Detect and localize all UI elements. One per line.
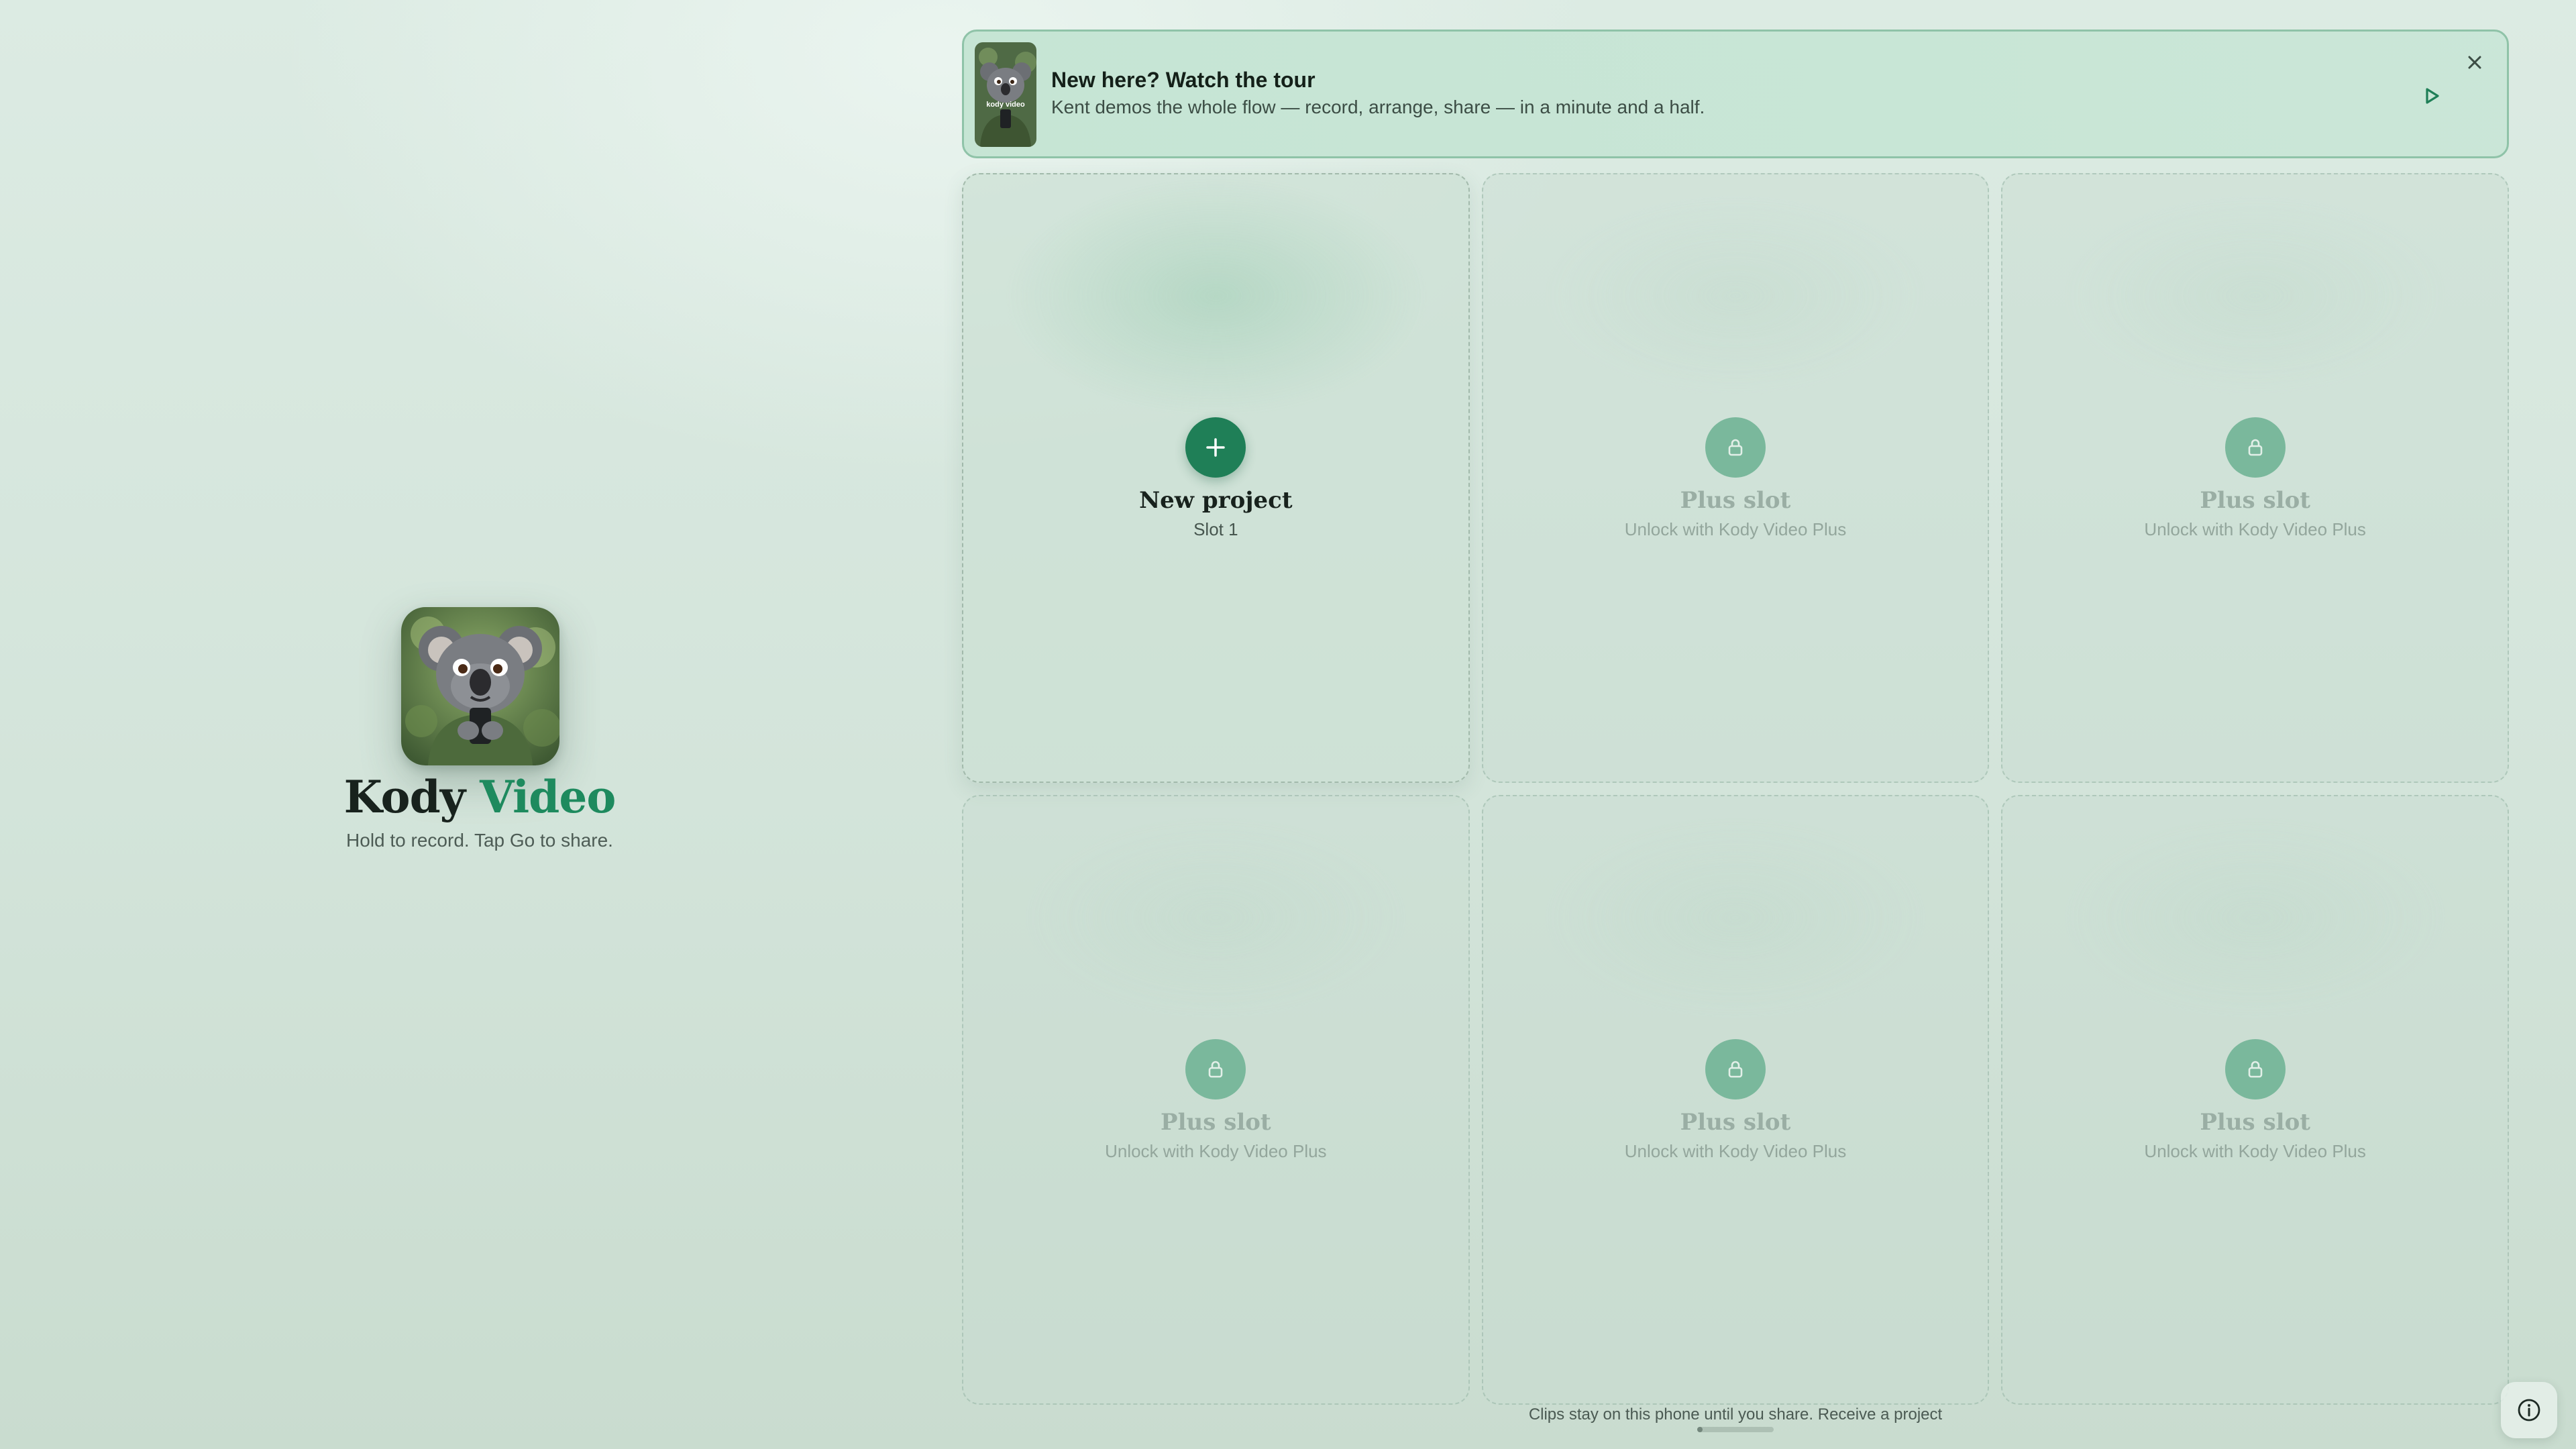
slot-subtitle: Unlock with Kody Video Plus xyxy=(1105,1141,1327,1161)
scroll-thumb[interactable] xyxy=(1697,1427,1703,1432)
lock-icon xyxy=(1728,439,1743,456)
plus-slot-6[interactable]: Plus slot Unlock with Kody Video Plus xyxy=(2001,795,2509,1405)
lock-badge xyxy=(1185,1039,1246,1099)
tour-thumbnail[interactable]: kody video xyxy=(975,42,1036,147)
footer-text: Clips stay on this phone until you share… xyxy=(1528,1405,1814,1424)
project-slot-grid: New project Slot 1 Plus slot Unlock with… xyxy=(962,173,2509,1405)
close-button[interactable] xyxy=(2460,48,2489,77)
scroll-indicator[interactable] xyxy=(1697,1427,1774,1432)
new-project-button[interactable] xyxy=(1185,417,1246,478)
app-title-primary: Kody xyxy=(343,771,466,823)
slot-content: Plus slot Unlock with Kody Video Plus xyxy=(2002,417,2508,541)
plus-slot-3[interactable]: Plus slot Unlock with Kody Video Plus xyxy=(2001,173,2509,783)
koala-app-icon xyxy=(401,607,559,765)
app-title: Kody Video xyxy=(268,767,691,827)
slot-title: New project xyxy=(1139,487,1293,514)
app-tagline: Hold to record. Tap Go to share. xyxy=(346,830,613,851)
info-button[interactable] xyxy=(2501,1382,2557,1438)
slot-content: Plus slot Unlock with Kody Video Plus xyxy=(963,1039,1468,1163)
slot-content: Plus slot Unlock with Kody Video Plus xyxy=(2002,1039,2508,1163)
plus-slot-4[interactable]: Plus slot Unlock with Kody Video Plus xyxy=(962,795,1470,1405)
slot-content: New project Slot 1 xyxy=(963,417,1468,541)
plus-slot-2[interactable]: Plus slot Unlock with Kody Video Plus xyxy=(1481,173,1990,783)
lock-badge xyxy=(2224,417,2286,478)
lock-icon xyxy=(2248,1061,2262,1078)
app-title-accent: Video xyxy=(480,771,616,823)
slot-title: Plus slot xyxy=(2200,487,2310,514)
footer-note: Clips stay on this phone until you share… xyxy=(962,1404,2509,1426)
close-icon xyxy=(2468,56,2481,69)
new-project-slot[interactable]: New project Slot 1 xyxy=(962,173,1470,783)
slot-title: Plus slot xyxy=(2200,1109,2310,1136)
lock-icon xyxy=(1209,1061,1223,1078)
slot-title: Plus slot xyxy=(1680,487,1791,514)
lock-badge xyxy=(2224,1039,2286,1099)
slot-subtitle: Unlock with Kody Video Plus xyxy=(2144,519,2366,539)
lock-icon xyxy=(1728,1061,1743,1078)
slot-title: Plus slot xyxy=(1680,1109,1791,1136)
lock-icon xyxy=(2248,439,2262,456)
slot-title: Plus slot xyxy=(1161,1109,1271,1136)
slot-subtitle: Unlock with Kody Video Plus xyxy=(2144,1141,2366,1161)
tour-thumbnail-text: kody video xyxy=(986,101,1025,109)
slot-subtitle: Unlock with Kody Video Plus xyxy=(1624,1141,1847,1161)
play-icon xyxy=(2426,88,2439,104)
slot-subtitle: Slot 1 xyxy=(1193,519,1238,539)
tour-banner[interactable]: kody video New here? Watch the tour Kent… xyxy=(962,30,2509,158)
plus-icon xyxy=(1206,438,1226,457)
slot-content: Plus slot Unlock with Kody Video Plus xyxy=(1483,417,1988,541)
receive-project-link[interactable]: Receive a project xyxy=(1818,1405,1942,1424)
lock-badge xyxy=(1705,1039,1766,1099)
tour-description: Kent demos the whole flow — record, arra… xyxy=(1051,97,1705,117)
brand-panel: Kody Video Hold to record. Tap Go to sha… xyxy=(268,607,691,862)
slot-content: Plus slot Unlock with Kody Video Plus xyxy=(1483,1039,1988,1163)
lock-badge xyxy=(1705,417,1766,478)
play-button[interactable] xyxy=(2416,80,2448,112)
tour-title: New here? Watch the tour xyxy=(1051,68,1316,92)
slot-subtitle: Unlock with Kody Video Plus xyxy=(1624,519,1847,539)
info-icon xyxy=(2518,1399,2540,1421)
plus-slot-5[interactable]: Plus slot Unlock with Kody Video Plus xyxy=(1481,795,1990,1405)
